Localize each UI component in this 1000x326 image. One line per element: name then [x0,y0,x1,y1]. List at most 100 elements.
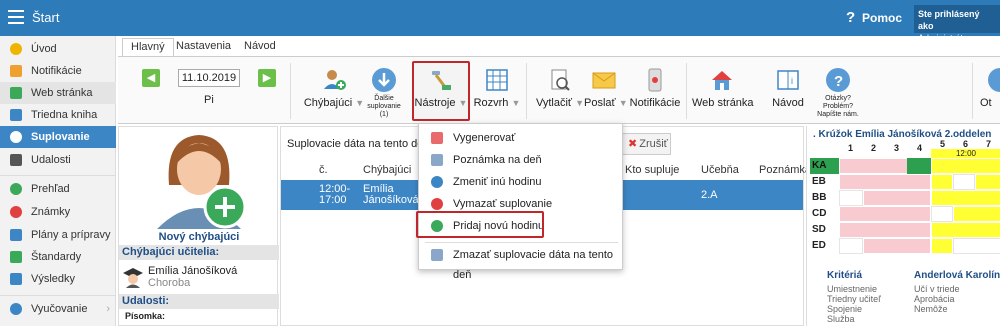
graduate-icon [123,268,143,288]
tab-nastavenia[interactable]: Nastavenia [168,38,239,56]
grid-cell[interactable] [953,206,1000,222]
grid-cell[interactable] [931,190,1000,206]
next-day-button[interactable]: ▶ [258,69,276,87]
add-icon [431,220,443,232]
help-icon[interactable]: ? [846,9,855,26]
dropdown-arrow-icon: ▼ [458,98,468,108]
sidebar-item-plany[interactable]: Plány a prípravy [0,224,116,246]
grid-cell[interactable] [839,222,931,238]
top-bar: Štart ? Pomoc Ste prihlásený ako Adminis… [0,0,1000,43]
absent-panel: Nový chýbajúci Chýbajúci učitelia: Emíli… [118,126,279,326]
guide-button[interactable]: i Návod [766,63,810,121]
period-header: 6 [963,139,969,149]
grid-cell[interactable] [931,174,953,190]
menu-item-add-lesson[interactable]: Pridaj novú hodinu [419,216,624,236]
grid-cell[interactable] [931,206,953,222]
print-button[interactable]: Vytlačiť ▼ [534,63,586,121]
period-header: 4 [917,143,923,153]
star-icon [10,43,22,55]
criteria-item: Umiestnenie [827,284,878,294]
sidebar-item-notifikacie[interactable]: Notifikácie [0,60,116,82]
new-absent-link[interactable]: Nový chýbajúci [119,231,279,243]
criteria-item: Triedny učiteľ [827,294,881,304]
user-box[interactable]: Ste prihlásený ako Administrátor [914,5,1000,43]
home-icon [10,87,22,99]
schedule-grid-icon [486,69,508,91]
absent-teacher-row[interactable]: Emília Jánošíková Choroba [122,264,276,290]
sidebar-item-suplovanie[interactable]: Suplovanie [0,126,116,148]
ribbon-toolbar: ◀ 11.10.2019 ▶ Pi Chýbajúci ▼ Ďalšie sup… [118,56,1000,124]
teacher-note: Nemôže [914,304,948,314]
web-page-button[interactable]: Web stránka [692,63,754,121]
user-label: Ste prihlásený ako [918,9,980,31]
sidebar-item-standardy[interactable]: Štandardy [0,246,116,268]
events-header: Udalosti: [119,294,279,309]
teacher-avatar[interactable] [147,129,251,229]
grid-cell[interactable] [863,238,931,254]
grid-row-label: BB [812,192,827,203]
grid-cell[interactable] [839,206,931,222]
sidebar-item-znamky[interactable]: Známky [0,201,116,223]
tab-navod[interactable]: Návod [236,38,284,56]
grid-row-label: CD [812,208,827,219]
help-link[interactable]: Pomoc [862,11,902,25]
teacher-note: Aprobácia [914,294,955,304]
menu-item-generate[interactable]: Vygenerovať [419,128,624,148]
period-header: 2 [871,143,877,153]
grid-cell[interactable] [953,174,975,190]
menu-item-change-lesson[interactable]: Zmeniť inú hodinu [419,172,624,192]
sidebar-item-triedna-kniha[interactable]: Triedna kniha [0,104,116,126]
dropdown-arrow-icon: ▼ [618,98,628,108]
period-header: 7 [986,139,992,149]
other-button[interactable]: Ot [980,63,1000,121]
sidebar-item-vyucovanie[interactable]: Vyučovanie › [0,298,116,320]
grid-cell[interactable] [839,238,863,254]
prev-day-button[interactable]: ◀ [142,69,160,87]
sidebar-item-udalosti[interactable]: Udalosti [0,149,116,171]
criteria-header: Kritériá [827,270,863,281]
absent-button[interactable]: Chýbajúci ▼ [302,63,366,121]
delete-icon [431,198,443,210]
grid-cell[interactable] [907,158,931,174]
ribbon-divider [526,63,527,119]
send-button[interactable]: Poslať ▼ [584,63,628,121]
tools-button[interactable]: Nástroje ▼ [412,61,470,121]
svg-text:i: i [791,76,793,86]
calendar-icon [10,154,22,166]
schedule-button[interactable]: Rozvrh ▼ [472,63,522,121]
menu-item-delete[interactable]: Vymazať suplovanie [419,194,624,214]
grid-cell[interactable] [931,238,953,254]
add-person-icon [324,70,346,90]
note-icon [431,154,443,166]
book-info-icon: i [777,70,799,90]
grid-cell[interactable] [931,158,1000,174]
cancel-button[interactable]: ✖ Zrušiť [621,133,671,155]
notifications-button[interactable]: Notifikácie [628,63,682,121]
date-field[interactable]: 11.10.2019 [178,69,240,87]
sidebar-item-prehlad[interactable]: Prehľad [0,178,116,200]
timetable-panel: . Krúžok Emília Jánošíková 2.oddelen 1 2… [806,126,1000,326]
sidebar-item-vysledky[interactable]: Výsledky [0,268,116,290]
menu-item-erase-day[interactable]: Zmazať suplovacie dáta na tento deň [419,245,624,281]
more-substitution-button[interactable]: Ďalšie suplovanie (1) [364,63,404,121]
grid-cell[interactable] [931,222,1000,238]
hamburger-menu-icon[interactable] [8,10,24,24]
grid-cell[interactable] [839,174,931,190]
day-label: Pi [204,94,214,106]
user-role: Administrátor [918,33,972,43]
grid-cell[interactable] [975,174,1000,190]
grid-cell[interactable] [863,190,931,206]
grid-cell[interactable] [839,190,863,206]
print-preview-icon [551,69,570,91]
tab-hlavny[interactable]: Hlavný [122,38,174,56]
grid-cell[interactable] [953,238,1000,254]
grid-row-label: SD [812,224,826,235]
generate-icon [431,132,443,144]
envelope-icon [592,72,616,89]
bar-chart-icon [10,273,22,285]
menu-item-note[interactable]: Poznámka na deň [419,150,624,170]
questions-button[interactable]: ? Otázky? Problém? Napíšte nám. [816,63,860,121]
sidebar-item-uvod[interactable]: Úvod [0,38,116,60]
sidebar-item-web-stranka[interactable]: Web stránka [0,82,116,104]
grid-row-label: EB [812,176,826,187]
